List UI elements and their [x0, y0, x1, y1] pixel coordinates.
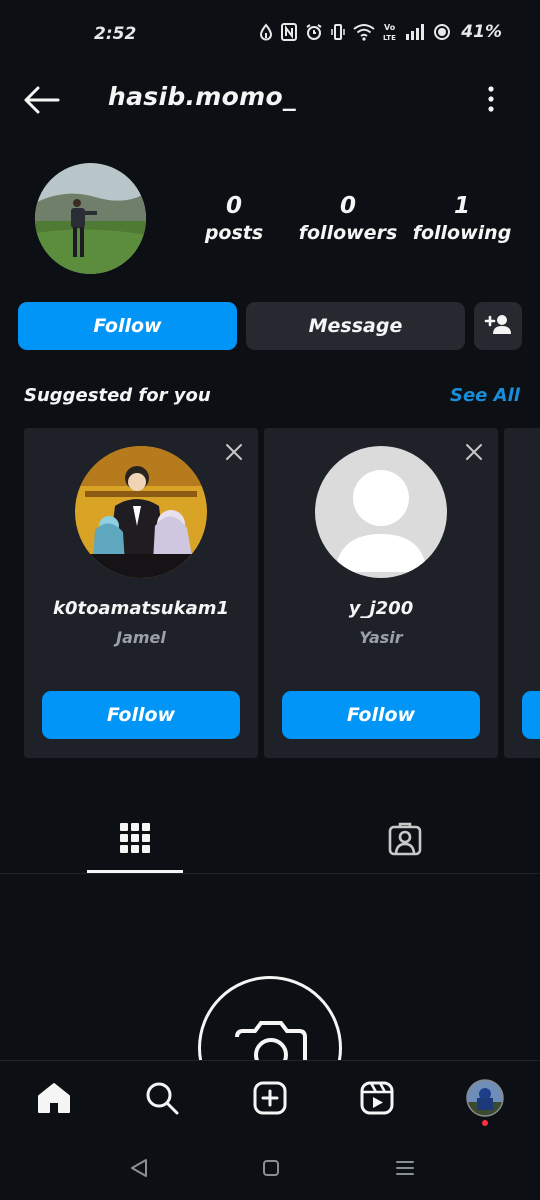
followers-label: followers — [298, 222, 398, 244]
system-recents-icon[interactable] — [390, 1155, 420, 1181]
vibrate-icon — [331, 23, 346, 41]
profile-avatar[interactable] — [465, 1078, 505, 1118]
battery-icon — [433, 23, 451, 41]
follow-button[interactable]: Follow — [18, 302, 237, 350]
reels-icon[interactable] — [357, 1078, 397, 1118]
suggestion-follow-button[interactable]: Follow — [282, 691, 480, 739]
followers-stat[interactable]: 0 followers — [298, 192, 398, 246]
tab-divider — [0, 873, 540, 874]
profile-avatar[interactable] — [35, 163, 146, 274]
tab-posts-grid[interactable] — [20, 806, 250, 876]
followers-count: 0 — [339, 193, 356, 219]
suggestion-username[interactable]: y_j200 — [264, 598, 498, 619]
suggestion-follow-button[interactable] — [522, 691, 540, 739]
suggestion-avatar[interactable] — [75, 446, 207, 578]
back-arrow-icon[interactable] — [22, 82, 62, 118]
following-label: following — [412, 222, 512, 244]
posts-label: posts — [204, 222, 264, 244]
svg-text:LTE: LTE — [383, 34, 396, 42]
tagged-icon — [388, 822, 422, 860]
status-bar: 2:52 Vo LTE 41% — [0, 0, 540, 70]
add-user-icon — [484, 313, 512, 340]
see-all-link[interactable]: See All — [450, 385, 520, 406]
suggestion-card[interactable]: y_j200 Yasir Follow — [264, 428, 498, 758]
message-button[interactable]: Message — [246, 302, 465, 350]
add-user-button[interactable] — [474, 302, 522, 350]
svg-text:Vo: Vo — [384, 23, 396, 32]
default-avatar-icon[interactable] — [315, 446, 447, 578]
close-icon[interactable] — [224, 442, 244, 462]
wifi-icon — [353, 23, 375, 41]
tab-tagged[interactable] — [290, 806, 520, 876]
following-count: 1 — [453, 193, 470, 219]
profile-username: hasib.momo_ — [108, 82, 296, 111]
battery-percent: 41% — [461, 22, 502, 42]
create-icon[interactable] — [250, 1078, 290, 1118]
home-icon[interactable] — [34, 1078, 74, 1118]
suggestion-card-partial[interactable] — [504, 428, 540, 758]
status-time: 2:52 — [94, 24, 137, 44]
suggestion-follow-button[interactable]: Follow — [42, 691, 240, 739]
volte-icon: Vo LTE — [383, 22, 397, 42]
close-icon[interactable] — [464, 442, 484, 462]
more-vertical-icon[interactable] — [480, 84, 502, 114]
posts-stat[interactable]: 0 posts — [196, 192, 272, 246]
suggestion-card[interactable]: k0toamatsukam1 Jamel Follow — [24, 428, 258, 758]
suggestion-name: Yasir — [359, 628, 403, 647]
status-icons: Vo LTE 41% — [259, 22, 502, 42]
active-tab-indicator — [87, 870, 183, 873]
suggested-title: Suggested for you — [24, 385, 211, 406]
signal-icon — [405, 23, 425, 41]
posts-count: 0 — [225, 193, 242, 219]
following-stat[interactable]: 1 following — [412, 192, 512, 246]
suggestion-username[interactable]: k0toamatsukam1 — [24, 598, 258, 619]
system-home-icon[interactable] — [256, 1155, 286, 1181]
alarm-icon — [305, 23, 323, 41]
system-back-icon[interactable] — [124, 1155, 154, 1181]
search-icon[interactable] — [142, 1078, 182, 1118]
notification-dot — [482, 1120, 488, 1126]
data-saver-icon — [259, 23, 273, 41]
nfc-icon — [281, 23, 298, 41]
grid-icon — [119, 822, 151, 858]
suggestion-name: Jamel — [116, 628, 166, 647]
